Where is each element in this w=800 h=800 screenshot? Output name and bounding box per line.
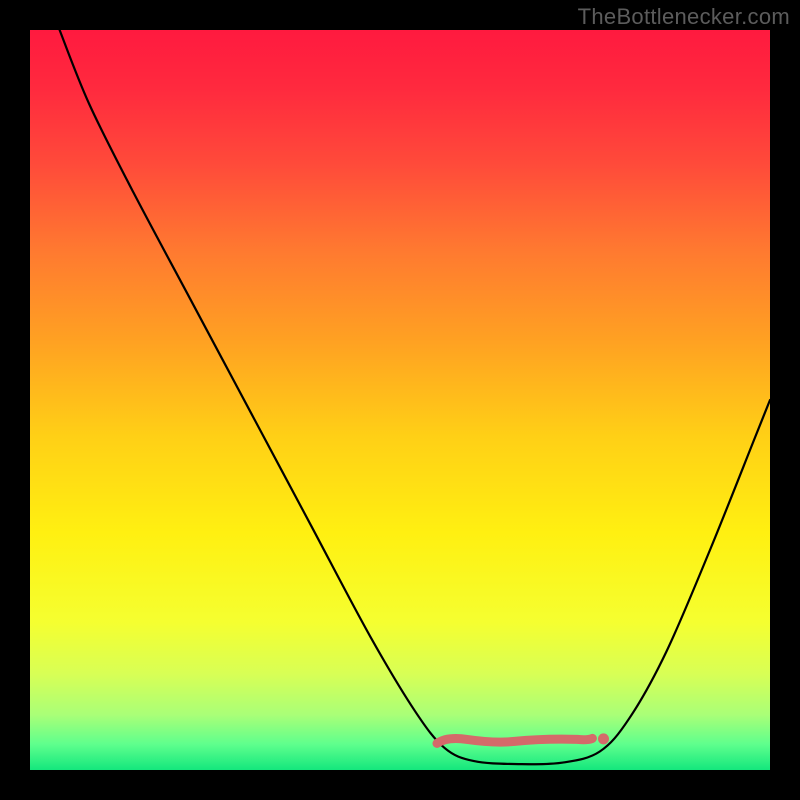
optimal-range-marker bbox=[437, 738, 592, 743]
watermark-label: TheBottleneсker.com bbox=[578, 4, 790, 30]
chart-frame: TheBottleneсker.com bbox=[0, 0, 800, 800]
plot-background bbox=[30, 30, 770, 770]
bottleneck-chart bbox=[0, 0, 800, 800]
optimal-range-endpoint-dot bbox=[598, 733, 609, 744]
